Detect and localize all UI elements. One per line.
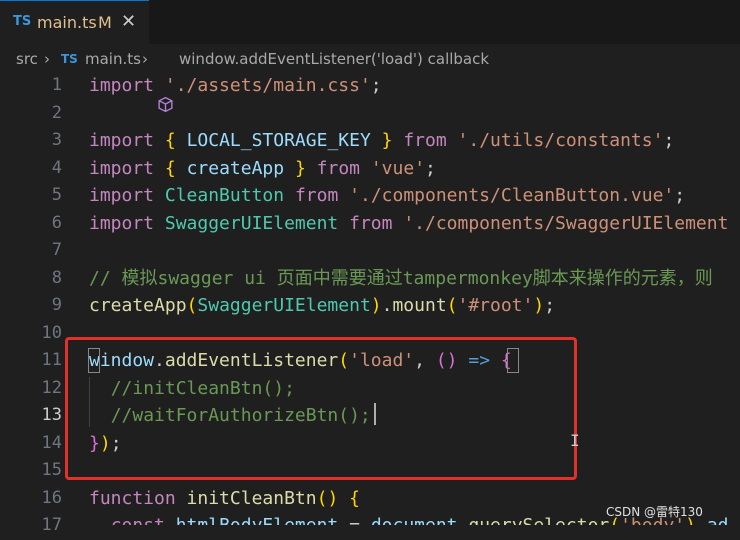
code-line[interactable]: // 模拟swagger ui 页面中需要通过tampermonkey脚本来操作…: [89, 265, 713, 293]
code-line[interactable]: import { LOCAL_STORAGE_KEY } from './uti…: [89, 127, 674, 155]
breadcrumb-symbol[interactable]: window.addEventListener('load') callback: [179, 50, 489, 68]
typescript-file-icon: TS: [13, 14, 32, 29]
line-number: 15: [41, 460, 62, 480]
line-number: 8: [51, 267, 62, 288]
line-number: 7: [51, 240, 62, 260]
code-line[interactable]: import './assets/main.css';: [89, 72, 382, 100]
code-editor[interactable]: 1 2 3 4 5 6 7 8 9 10 11 12 13 14 15 16 1…: [0, 72, 740, 535]
code-line[interactable]: import { createApp } from 'vue';: [89, 155, 436, 183]
line-number-active: 13: [41, 405, 62, 425]
line-number: 11: [41, 350, 62, 370]
chevron-right-icon: ›: [44, 50, 50, 68]
line-number: 12: [41, 377, 62, 398]
modified-badge: M: [98, 13, 112, 32]
watermark: CSDN @雷特130: [606, 505, 703, 519]
line-number: 17: [41, 515, 62, 535]
line-number: 3: [51, 130, 62, 150]
mouse-ibeam-cursor: I: [570, 431, 580, 450]
line-number: 5: [51, 185, 62, 205]
close-icon[interactable]: ✕: [121, 11, 136, 32]
line-number: 16: [41, 487, 62, 508]
code-line[interactable]: import CleanButton from './components/Cl…: [89, 182, 685, 210]
code-line[interactable]: import SwaggerUIElement from './componen…: [89, 210, 728, 238]
text-cursor: [374, 403, 376, 425]
code-line[interactable]: function initCleanBtn() {: [89, 485, 360, 513]
line-number: 10: [41, 322, 62, 343]
line-number: 9: [51, 295, 62, 315]
annotation-highlight-box: [65, 337, 577, 480]
tab-filename: main.ts: [37, 13, 97, 32]
line-number: 6: [51, 212, 62, 233]
breadcrumb: src › TS main.ts › window.addEventListen…: [0, 46, 740, 113]
breadcrumb-file[interactable]: main.ts: [85, 50, 141, 68]
breadcrumb-src[interactable]: src: [16, 50, 38, 68]
typescript-file-icon: TS: [61, 52, 78, 66]
line-number: 14: [41, 432, 62, 453]
chevron-right-icon: ›: [142, 50, 148, 68]
line-number: 1: [51, 75, 62, 95]
tab-bar: TS main.ts M ✕: [0, 0, 740, 44]
line-number: 4: [51, 157, 62, 178]
tab-main-ts[interactable]: TS main.ts M ✕: [0, 0, 149, 44]
line-number: 2: [51, 102, 62, 123]
code-line[interactable]: createApp(SwaggerUIElement).mount('#root…: [89, 292, 555, 320]
